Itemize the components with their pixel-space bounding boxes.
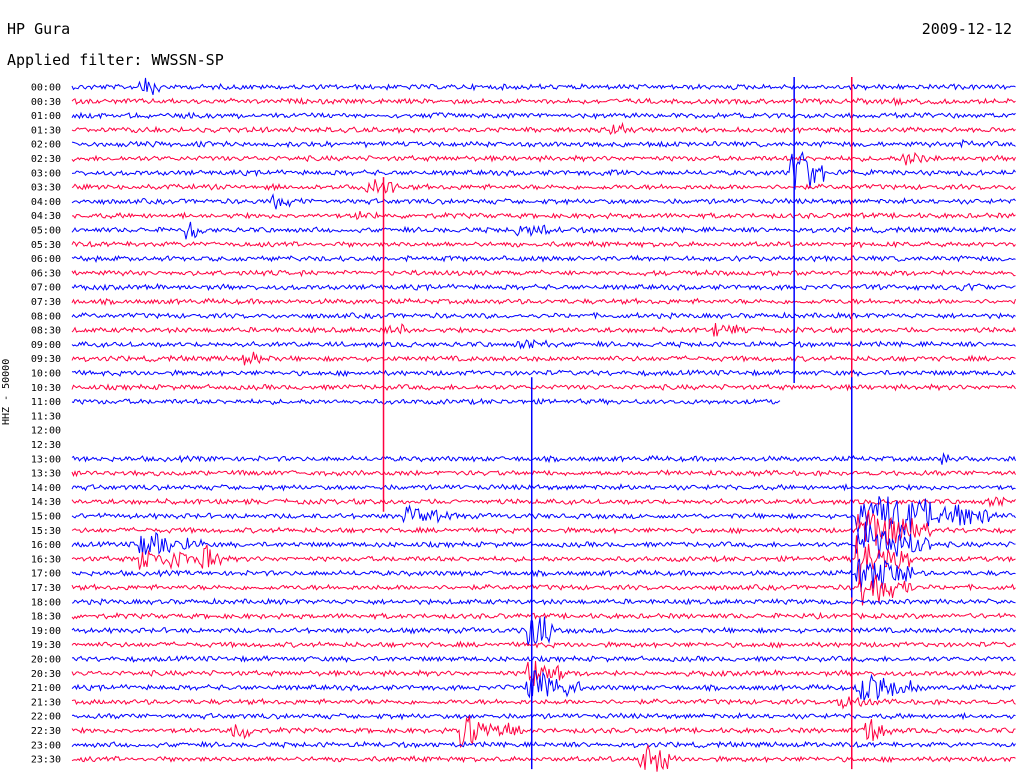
tick-label-15: 07:30 <box>31 297 61 308</box>
tick-label-26: 13:00 <box>31 454 61 465</box>
trace-row-3 <box>71 121 1016 136</box>
trace-row-2 <box>71 111 1016 120</box>
tick-label-21: 10:30 <box>31 383 61 394</box>
tick-label-41: 20:30 <box>31 669 61 680</box>
trace-row-15 <box>71 297 1016 306</box>
trace-row-44 <box>71 711 1016 721</box>
trace-row-21 <box>71 383 1016 392</box>
tick-label-46: 23:00 <box>31 740 61 751</box>
tick-label-10: 05:00 <box>31 226 61 237</box>
trace-row-13 <box>71 269 1016 278</box>
trace-row-43 <box>71 696 1016 710</box>
trace-row-12 <box>71 254 1016 263</box>
tick-label-31: 15:30 <box>31 526 61 537</box>
trace-row-37 <box>71 611 1016 621</box>
tick-label-17: 08:30 <box>31 326 61 337</box>
tick-label-9: 04:30 <box>31 211 61 222</box>
tick-label-12: 06:00 <box>31 254 61 265</box>
trace-row-0 <box>71 77 1016 96</box>
tick-label-42: 21:00 <box>31 683 61 694</box>
trace-row-46 <box>71 740 1016 749</box>
trace-row-16 <box>71 311 1016 320</box>
trace-lines <box>71 77 1016 772</box>
trace-row-20 <box>71 368 1016 378</box>
tick-label-47: 23:30 <box>31 755 61 766</box>
tick-label-3: 01:30 <box>31 125 61 136</box>
tick-label-40: 20:00 <box>31 655 61 666</box>
tick-label-19: 09:30 <box>31 354 61 365</box>
tick-label-20: 10:00 <box>31 369 61 380</box>
time-tick-labels: 00:00 00:30 01:00 01:30 02:00 02:30 03:00 03:30… <box>31 83 61 766</box>
tick-label-38: 19:00 <box>31 626 61 637</box>
tick-label-24: 12:00 <box>31 426 61 437</box>
tick-label-28: 14:00 <box>31 483 61 494</box>
trace-row-45 <box>71 715 1016 749</box>
trace-row-10 <box>71 221 1016 240</box>
trace-row-22 <box>71 397 781 406</box>
trace-row-19 <box>71 351 1016 366</box>
tick-label-29: 14:30 <box>31 497 61 508</box>
trace-row-32 <box>71 521 1016 559</box>
tick-label-35: 17:30 <box>31 583 61 594</box>
trace-row-36 <box>71 597 1016 606</box>
tick-label-8: 04:00 <box>31 197 61 208</box>
tick-label-13: 06:30 <box>31 268 61 279</box>
trace-row-40 <box>71 654 1016 663</box>
trace-row-4 <box>71 138 1016 149</box>
trace-row-28 <box>71 483 1016 492</box>
trace-row-14 <box>71 282 1016 292</box>
trace-row-47 <box>71 743 1016 772</box>
tick-label-39: 19:30 <box>31 640 61 651</box>
trace-row-39 <box>71 640 1016 649</box>
trace-row-5 <box>71 151 1016 166</box>
trace-row-38 <box>71 616 1016 646</box>
trace-row-18 <box>71 339 1016 350</box>
tick-label-36: 18:00 <box>31 597 61 608</box>
trace-row-11 <box>71 240 1016 249</box>
trace-row-8 <box>71 193 1016 210</box>
tick-label-22: 11:00 <box>31 397 61 408</box>
tick-label-6: 03:00 <box>31 168 61 179</box>
tick-label-45: 22:30 <box>31 726 61 737</box>
tick-label-4: 02:00 <box>31 140 61 151</box>
tick-label-27: 13:30 <box>31 469 61 480</box>
trace-row-29 <box>71 496 1016 508</box>
tick-label-5: 02:30 <box>31 154 61 165</box>
trace-row-1 <box>71 96 1016 107</box>
tick-label-33: 16:30 <box>31 554 61 565</box>
tick-label-7: 03:30 <box>31 183 61 194</box>
tick-label-14: 07:00 <box>31 283 61 294</box>
tick-label-18: 09:00 <box>31 340 61 351</box>
tick-label-32: 16:00 <box>31 540 61 551</box>
tick-label-30: 15:00 <box>31 512 61 523</box>
tick-label-16: 08:00 <box>31 311 61 322</box>
tick-label-23: 11:30 <box>31 411 61 422</box>
tick-label-1: 00:30 <box>31 97 61 108</box>
tick-label-44: 22:00 <box>31 712 61 723</box>
tick-label-34: 17:00 <box>31 569 61 580</box>
seismogram-plot: 00:00 00:30 01:00 01:30 02:00 02:30 03:00 03:30… <box>31 77 1016 772</box>
tick-label-0: 00:00 <box>31 83 61 94</box>
spike-lines <box>382 77 853 770</box>
trace-row-17 <box>71 322 1016 337</box>
tick-label-43: 21:30 <box>31 697 61 708</box>
tick-label-37: 18:30 <box>31 612 61 623</box>
trace-row-27 <box>71 469 1016 478</box>
trace-row-9 <box>72 210 1016 221</box>
tick-label-2: 01:00 <box>31 111 61 122</box>
tick-label-11: 05:30 <box>31 240 61 251</box>
tick-label-25: 12:30 <box>31 440 61 451</box>
trace-row-7 <box>71 179 1016 194</box>
trace-row-26 <box>71 452 1016 465</box>
